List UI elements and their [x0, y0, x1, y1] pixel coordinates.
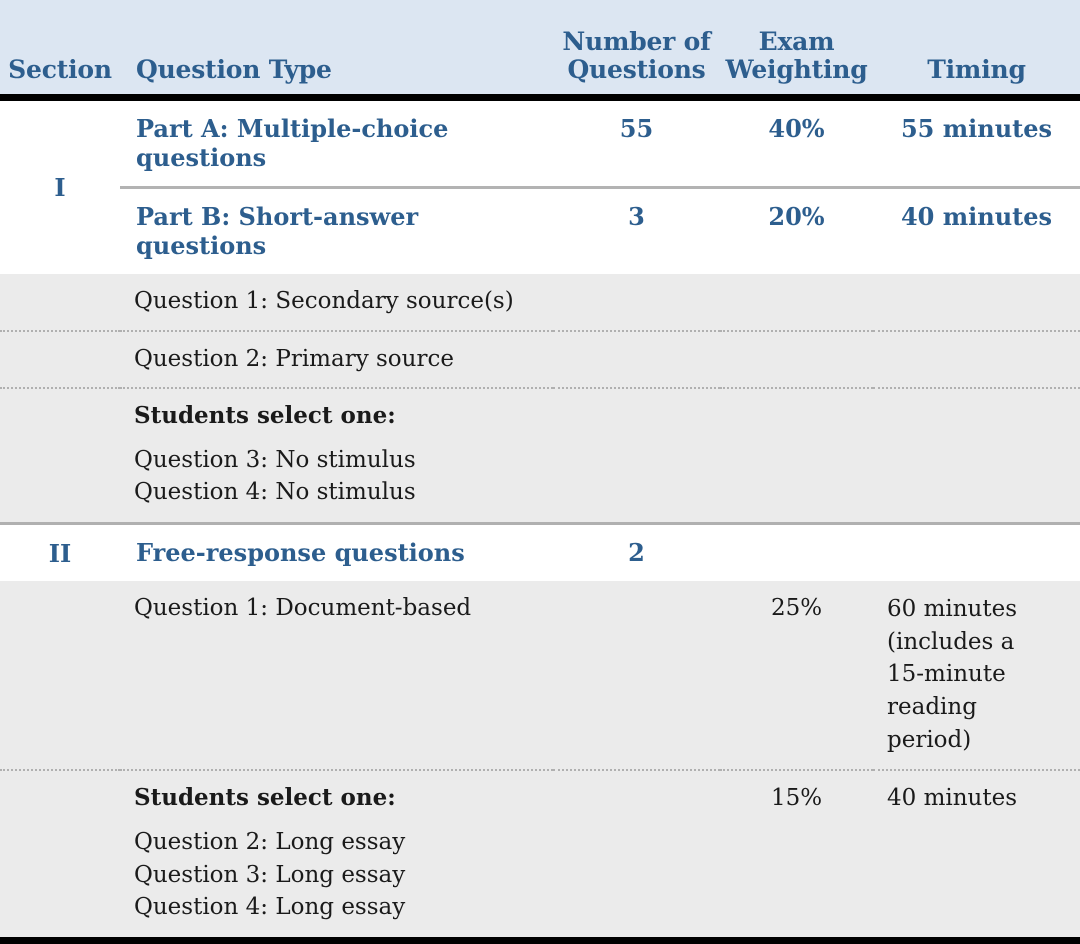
row-exam-weighting: 25%: [720, 581, 873, 771]
table-row: II Free-response questions 2: [0, 522, 1080, 582]
section-numeral: II: [0, 522, 120, 582]
row-number-of-questions: [553, 769, 720, 944]
row-sub-line: Question 2: Long essay: [134, 828, 406, 855]
row-number-of-questions: [553, 387, 720, 524]
column-header-exam-weighting-line2: Weighting: [725, 55, 868, 84]
row-question-type: Students select one: Question 2: Long es…: [120, 769, 553, 944]
row-exam-weighting: [720, 274, 873, 331]
row-timing: 55 minutes: [873, 97, 1080, 188]
row-number-of-questions: [553, 581, 720, 771]
row-timing: [873, 387, 1080, 524]
table-row: Question 1: Document-based 25% 60 minute…: [0, 581, 1080, 771]
row-exam-weighting: 15%: [720, 769, 873, 944]
column-header-number-of-questions-line2: Questions: [567, 55, 706, 84]
row-question-type: Question 1: Secondary source(s): [120, 274, 553, 331]
row-timing: [873, 274, 1080, 331]
column-header-question-type: Question Type: [120, 0, 553, 101]
table-row: Question 2: Primary source: [0, 329, 1080, 389]
row-question-type: Free-response questions: [120, 522, 553, 582]
section-numeral-spacer: [0, 581, 120, 771]
row-number-of-questions: 3: [553, 186, 720, 274]
row-sub-line: Question 3: No stimulus: [134, 446, 416, 473]
row-timing: [873, 329, 1080, 389]
row-question-type: Students select one: Question 3: No stim…: [120, 387, 553, 524]
column-header-exam-weighting-line1: Exam: [758, 27, 835, 56]
row-timing-line: 15-minute: [887, 661, 1006, 688]
row-number-of-questions: 2: [553, 522, 720, 582]
row-sub-line: Question 4: No stimulus: [134, 479, 416, 506]
column-header-timing: Timing: [873, 0, 1080, 101]
section-numeral-spacer: [0, 329, 120, 389]
section-numeral-spacer: [0, 387, 120, 524]
row-question-type: Question 2: Primary source: [120, 329, 553, 389]
column-header-section: Section: [0, 0, 120, 101]
students-select-one-label: Students select one:: [134, 402, 396, 430]
section-numeral-spacer: [0, 274, 120, 331]
row-question-type: Part B: Short-answer questions: [120, 186, 553, 274]
row-sub-line: Question 4: Long essay: [134, 894, 406, 921]
row-timing: [873, 522, 1080, 582]
row-timing-line: reading period): [887, 694, 977, 753]
table-row: Question 1: Secondary source(s): [0, 274, 1080, 331]
row-exam-weighting: [720, 329, 873, 389]
column-header-number-of-questions: Number of Questions: [553, 0, 720, 101]
students-select-one-label: Students select one:: [134, 784, 396, 812]
row-number-of-questions: 55: [553, 97, 720, 188]
table-row: Part B: Short-answer questions 3 20% 40 …: [0, 186, 1080, 274]
row-question-type: Question 1: Document-based: [120, 581, 553, 771]
row-timing: 40 minutes: [873, 769, 1080, 944]
section-numeral-spacer: [0, 769, 120, 944]
row-exam-weighting: 20%: [720, 186, 873, 274]
row-sub-line: Question 3: Long essay: [134, 861, 406, 888]
table-header-row: Section Question Type Number of Question…: [0, 0, 1080, 101]
table-row: Students select one: Question 2: Long es…: [0, 769, 1080, 944]
column-header-exam-weighting: Exam Weighting: [720, 0, 873, 101]
row-question-type: Part A: Multiple-choice questions: [120, 97, 553, 188]
exam-structure-table: Section Question Type Number of Question…: [0, 0, 1080, 944]
row-number-of-questions: [553, 329, 720, 389]
table-row: I Part A: Multiple-choice questions 55 4…: [0, 97, 1080, 274]
row-timing-line: (includes a: [887, 628, 1015, 655]
row-exam-weighting: 40%: [720, 97, 873, 188]
column-header-number-of-questions-line1: Number of: [562, 27, 711, 56]
row-timing: 60 minutes (includes a 15-minute reading…: [873, 581, 1080, 771]
row-timing: 40 minutes: [873, 186, 1080, 274]
row-number-of-questions: [553, 274, 720, 331]
table-row: Students select one: Question 3: No stim…: [0, 387, 1080, 524]
row-exam-weighting: [720, 387, 873, 524]
section-numeral: I: [0, 97, 120, 274]
row-timing-line: 60 minutes: [887, 596, 1018, 623]
row-exam-weighting: [720, 522, 873, 582]
